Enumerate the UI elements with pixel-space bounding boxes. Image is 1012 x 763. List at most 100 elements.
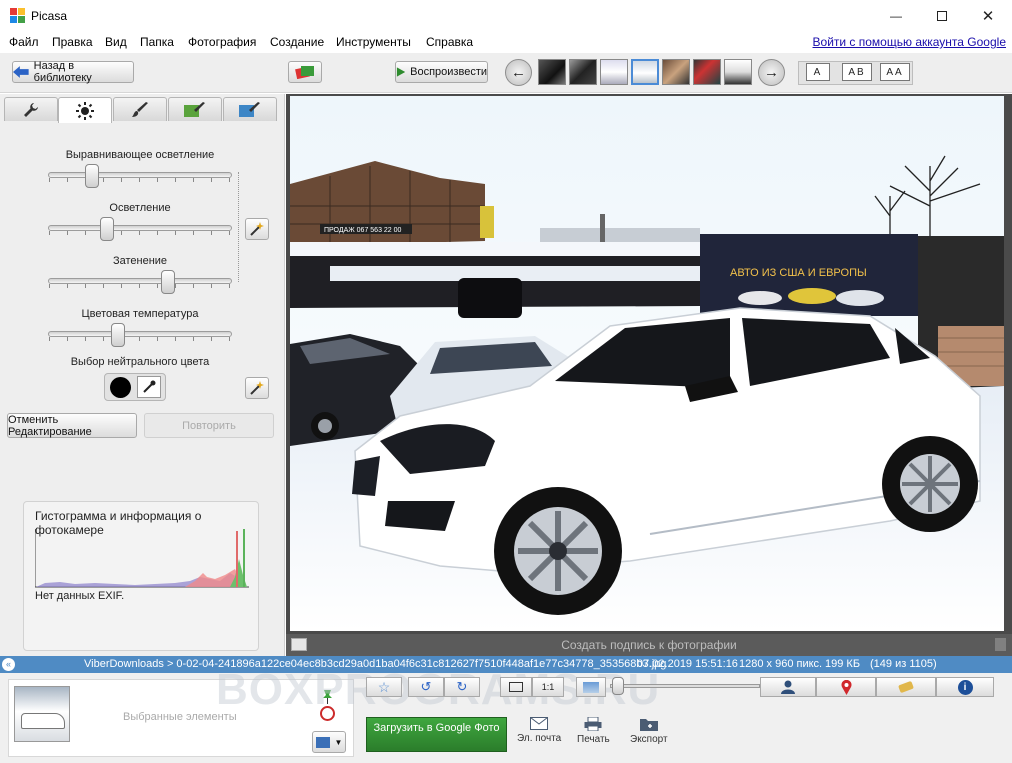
tab-tuning[interactable] (58, 97, 112, 123)
trash-icon[interactable] (995, 638, 1006, 651)
thumb-car (21, 713, 65, 729)
zoom-slider-track[interactable] (610, 684, 760, 688)
actual-size-button[interactable]: 1:1 (532, 677, 564, 697)
back-to-library-button[interactable]: Назад в библиотеку (12, 60, 134, 84)
tab-effects-2[interactable] (168, 97, 222, 121)
slider-tick (49, 284, 50, 288)
menu-edit[interactable]: Правка (52, 35, 93, 49)
tag-people-button[interactable] (288, 61, 322, 83)
album-dropdown-button[interactable]: ▼ (312, 731, 346, 753)
slider-tick (139, 178, 140, 182)
export-button[interactable]: Экспорт (630, 717, 668, 745)
auto-color-button[interactable] (245, 377, 269, 399)
filmstrip-thumb-current[interactable] (631, 59, 659, 85)
slider-tick (211, 284, 212, 288)
slider-tick (121, 231, 122, 235)
photo-tray-icon (295, 66, 314, 79)
upload-google-photos-button[interactable]: Загрузить в Google Фото (366, 717, 507, 752)
neutral-color-swatch (110, 377, 131, 398)
filmstrip-thumb-3[interactable] (600, 59, 628, 85)
tab-effects-1[interactable] (113, 97, 167, 121)
play-icon (396, 67, 406, 77)
title-bar: Picasa — ✕ (0, 0, 1012, 32)
zoom-image-icon (583, 681, 599, 693)
shadows-label: Затенение (112, 255, 168, 267)
menu-tools[interactable]: Инструменты (336, 35, 411, 49)
slider-tick (103, 284, 104, 288)
fill-light-track[interactable] (48, 172, 232, 182)
fit-icon (509, 682, 523, 692)
rotate-left-icon: ↺ (420, 679, 432, 694)
zoom-icon-button[interactable] (576, 677, 606, 697)
color-temp-track[interactable] (48, 331, 232, 341)
slider-tick (157, 337, 158, 341)
undo-edits-button[interactable]: Отменить Редактирование (7, 413, 137, 438)
fit-to-window-button[interactable] (500, 677, 532, 697)
star-button[interactable]: ☆ (366, 677, 402, 697)
magic-wand-icon (250, 222, 264, 236)
slider-tick (211, 231, 212, 235)
menu-help[interactable]: Справка (426, 35, 473, 49)
print-button[interactable]: Печать (577, 717, 610, 745)
window-title: Picasa (31, 9, 68, 23)
filmstrip-thumb-2[interactable] (569, 59, 597, 85)
caption-style-ab-button[interactable]: AB (842, 63, 872, 81)
main-photo[interactable]: ПРОДАЖ 067 563 22 00 АВТО ИЗ США И ЕВРОП… (290, 96, 1004, 631)
slider-tick (157, 231, 158, 235)
previous-photo-button[interactable]: ← (505, 59, 532, 86)
slider-tick (229, 178, 230, 182)
shadows-track[interactable] (48, 278, 232, 288)
mail-icon (530, 717, 549, 730)
info-button[interactable]: i (936, 677, 994, 697)
slider-tick (103, 178, 104, 182)
redo-button[interactable]: Повторить (144, 413, 274, 438)
email-button[interactable]: Эл. почта (517, 717, 561, 744)
selected-photo-thumb[interactable] (14, 686, 70, 742)
caption-style-a-button[interactable]: A (806, 63, 830, 81)
color-temp-slider[interactable] (110, 323, 125, 347)
slider-tick (229, 231, 230, 235)
filmstrip-thumb-1[interactable] (538, 59, 566, 85)
caption-keyboard-icon[interactable] (291, 638, 307, 651)
tags-button[interactable] (876, 677, 936, 697)
people-button[interactable] (760, 677, 816, 697)
next-photo-button[interactable]: → (758, 59, 785, 86)
tab-basic-fixes[interactable] (4, 97, 58, 121)
google-signin-link[interactable]: Войти с помощью аккаунта Google (813, 35, 1006, 49)
geotag-button[interactable] (816, 677, 876, 697)
filmstrip-thumb-6[interactable] (693, 59, 721, 85)
undo-edits-label: Отменить Редактирование (8, 413, 92, 438)
slider-tick (211, 178, 212, 182)
tab-effects-3[interactable] (223, 97, 277, 121)
minimize-button[interactable]: — (873, 0, 919, 32)
photo-sign-text: ПРОДАЖ 067 563 22 00 (324, 227, 402, 234)
highlights-slider[interactable] (99, 217, 114, 241)
auto-contrast-button[interactable] (245, 218, 269, 240)
menu-picture[interactable]: Фотография (188, 35, 256, 49)
menu-view[interactable]: Вид (105, 35, 127, 49)
caption-bar[interactable]: Создать подпись к фотографии (286, 634, 1012, 656)
maximize-button[interactable] (919, 0, 965, 32)
zoom-slider[interactable] (612, 677, 624, 695)
slider-tick (85, 284, 86, 288)
fill-light-slider[interactable] (85, 164, 100, 188)
slider-tick (193, 284, 194, 288)
highlights-track[interactable] (48, 225, 232, 235)
close-button[interactable]: ✕ (965, 0, 1011, 32)
eyedropper-button[interactable] (137, 376, 161, 398)
filmstrip-thumb-5[interactable] (662, 59, 690, 85)
collapse-icon[interactable]: « (2, 658, 15, 671)
rotate-right-button[interactable]: ↻ (444, 677, 480, 697)
wrench-icon (24, 102, 38, 117)
filmstrip-thumb-7[interactable] (724, 59, 752, 85)
menu-file[interactable]: Файл (9, 35, 39, 49)
caption-style-aa-button[interactable]: AA (880, 63, 910, 81)
slider-tick (49, 337, 50, 341)
slider-tick (229, 284, 230, 288)
shadows-slider[interactable] (160, 270, 175, 294)
menu-folder[interactable]: Папка (140, 35, 174, 49)
slideshow-play-button[interactable]: Воспроизвести (395, 61, 488, 83)
rotate-left-button[interactable]: ↺ (408, 677, 444, 697)
menu-create[interactable]: Создание (270, 35, 324, 49)
person-icon (781, 680, 795, 694)
